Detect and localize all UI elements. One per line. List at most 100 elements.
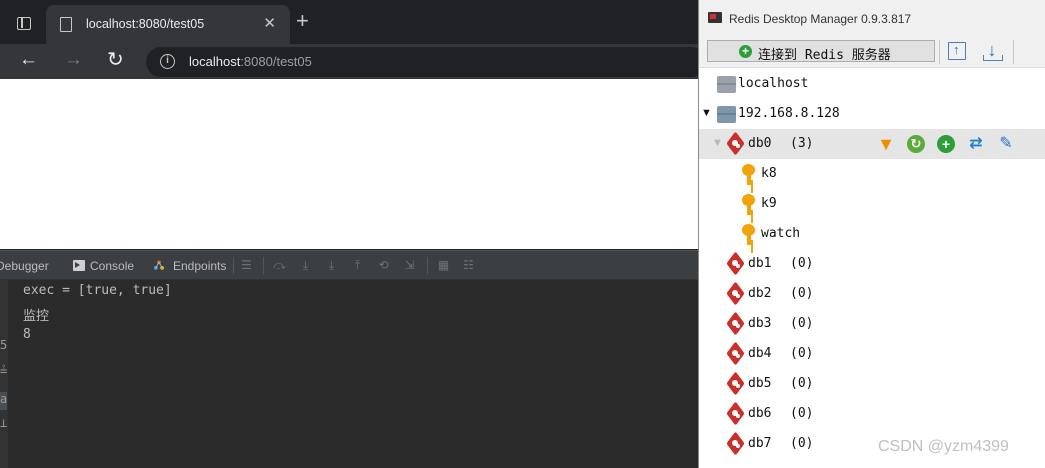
db-item-db4[interactable]: db4 (0) — [699, 339, 1045, 369]
console-output-line: exec = [true, true] — [23, 283, 172, 298]
browser-tab-bar: localhost:8080/test05 ✕ + — [0, 0, 700, 44]
step-over-icon[interactable]: ⤼ — [273, 259, 286, 272]
gutter-mark[interactable]: a — [0, 392, 7, 406]
reload-icon[interactable]: ↻ — [907, 135, 925, 153]
export-icon[interactable]: ↓ — [981, 40, 1003, 62]
rdm-toolbar: + 连接到 Redis 服务器 ↓ — [699, 36, 1045, 68]
db-key-count: (0) — [790, 376, 814, 391]
trace-icon[interactable]: ☷ — [462, 259, 475, 272]
db-key-count: (0) — [790, 316, 814, 331]
filter-icon[interactable]: ▼ — [877, 135, 895, 153]
db-key-count: (0) — [790, 346, 814, 361]
redis-db-icon — [725, 315, 747, 333]
redis-db-icon — [725, 285, 747, 303]
key-icon — [742, 164, 756, 186]
db-name: db6 — [748, 406, 772, 421]
url-host: localhost — [189, 54, 241, 69]
key-icon — [742, 224, 756, 246]
address-url[interactable]: localhost:8080/test05 — [189, 54, 312, 69]
connection-name: localhost — [738, 76, 809, 91]
db-key-count: (3) — [790, 136, 814, 151]
ide-tool-tabs: Debugger Console Endpoints ☰ ⤼ ⤓ ⤓ ⤒ ⟲ ⇲… — [0, 250, 700, 280]
db-item-db6[interactable]: db6 (0) — [699, 399, 1045, 429]
forward-icon[interactable]: → — [64, 49, 83, 71]
page-icon — [60, 17, 72, 32]
back-icon[interactable]: ← — [19, 49, 38, 71]
connect-button-label: 连接到 Redis 服务器 — [758, 48, 891, 63]
key-name: watch — [761, 226, 801, 241]
server-icon — [717, 106, 736, 123]
toolbar-divider — [263, 257, 264, 274]
db-name: db2 — [748, 286, 772, 301]
gutter-mark[interactable]: ⊥ — [0, 416, 7, 430]
db-item-db2[interactable]: db2 (0) — [699, 279, 1045, 309]
gutter-mark[interactable]: ≟ — [0, 364, 7, 378]
window-title: Redis Desktop Manager 0.9.3.817 — [729, 12, 912, 26]
db-item-db3[interactable]: db3 (0) — [699, 309, 1045, 339]
window-menu-icon[interactable] — [17, 17, 31, 30]
refresh-icon[interactable]: ⇄ — [967, 135, 985, 153]
connection-item-192-168-8-128[interactable]: ▼ 192.168.8.128 — [699, 99, 1045, 129]
redis-desktop-manager-window: Redis Desktop Manager 0.9.3.817 + 连接到 Re… — [698, 0, 1045, 468]
db-name: db4 — [748, 346, 772, 361]
toolbar-divider — [1013, 40, 1014, 64]
gutter-mark: 5 — [0, 338, 8, 352]
key-name: k8 — [761, 166, 777, 181]
key-item-watch[interactable]: watch — [699, 219, 1045, 249]
redis-db-icon — [725, 345, 747, 363]
collapse-arrow-icon[interactable]: ▼ — [701, 107, 712, 119]
redis-db-icon — [725, 135, 747, 153]
url-path: :8080/test05 — [240, 54, 312, 69]
toolbar-divider — [427, 257, 428, 274]
browser-nav-bar: ← → ↻ i localhost:8080/test05 — [0, 44, 706, 79]
redis-db-icon — [725, 435, 747, 453]
ide-run-panel: Debugger Console Endpoints ☰ ⤼ ⤓ ⤓ ⤒ ⟲ ⇲… — [0, 250, 700, 468]
new-tab-icon[interactable]: + — [296, 10, 309, 32]
step-into-icon[interactable]: ⤓ — [299, 259, 312, 272]
connection-name: 192.168.8.128 — [738, 106, 840, 121]
run-to-cursor-icon[interactable]: ⇲ — [403, 259, 416, 272]
flush-db-icon[interactable]: ✎ — [997, 135, 1015, 153]
evaluate-icon[interactable]: ▦ — [437, 259, 450, 272]
db-item-db0[interactable]: ▼ db0 (3) ▼ ↻ + ⇄ ✎ — [699, 129, 1045, 159]
endpoints-icon — [153, 260, 165, 270]
connection-item-localhost[interactable]: localhost — [699, 69, 1045, 99]
tab-endpoints[interactable]: Endpoints — [173, 259, 226, 273]
page-content — [0, 79, 700, 249]
key-item-k9[interactable]: k9 — [699, 189, 1045, 219]
csdn-watermark: CSDN @yzm4399 — [878, 438, 1009, 455]
db-key-count: (0) — [790, 286, 814, 301]
browser-tab[interactable]: localhost:8080/test05 ✕ — [46, 5, 290, 44]
redis-db-icon — [725, 405, 747, 423]
key-item-k8[interactable]: k8 — [699, 159, 1045, 189]
plus-icon: + — [739, 45, 752, 58]
info-icon[interactable]: i — [160, 54, 175, 69]
address-bar[interactable]: i localhost:8080/test05 — [146, 47, 706, 77]
collapse-arrow-icon[interactable]: ▼ — [712, 137, 723, 149]
connect-to-redis-button[interactable]: + 连接到 Redis 服务器 — [707, 40, 935, 63]
db-name: db5 — [748, 376, 772, 391]
drop-frame-icon[interactable]: ⟲ — [377, 259, 390, 272]
tab-title: localhost:8080/test05 — [86, 17, 205, 31]
db-name: db7 — [748, 436, 772, 451]
reload-icon[interactable]: ↻ — [107, 49, 124, 71]
db-name: db0 — [748, 136, 772, 151]
console-gutter: 5 ≟ a ⊥ — [0, 280, 8, 468]
key-icon — [742, 194, 756, 216]
force-step-into-icon[interactable]: ⤓ — [325, 259, 338, 272]
redis-db-icon — [725, 375, 747, 393]
menu-icon[interactable]: ☰ — [240, 259, 253, 272]
step-out-icon[interactable]: ⤒ — [351, 259, 364, 272]
import-icon[interactable] — [948, 42, 966, 60]
add-key-icon[interactable]: + — [937, 135, 955, 153]
db-item-db5[interactable]: db5 (0) — [699, 369, 1045, 399]
toolbar-divider — [939, 40, 940, 64]
close-tab-icon[interactable]: ✕ — [263, 14, 276, 32]
console-output-line: 监控 — [23, 309, 50, 324]
tab-debugger[interactable]: Debugger — [0, 259, 49, 273]
tab-console[interactable]: Console — [90, 259, 134, 273]
db-key-count: (0) — [790, 256, 814, 271]
console-icon — [73, 260, 85, 271]
db-item-db1[interactable]: db1 (0) — [699, 249, 1045, 279]
key-name: k9 — [761, 196, 777, 211]
